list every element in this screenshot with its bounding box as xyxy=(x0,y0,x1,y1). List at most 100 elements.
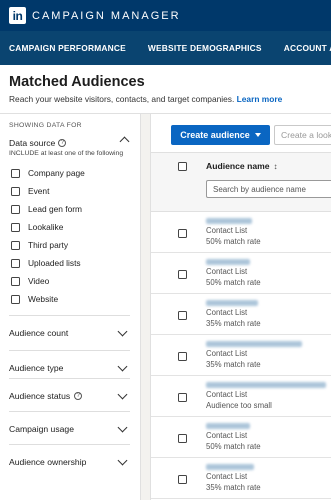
checkbox[interactable] xyxy=(11,204,20,214)
audience-status: Audience too small xyxy=(206,401,272,410)
audience-status: 50% match rate xyxy=(206,278,261,287)
redacted-audience-name xyxy=(206,464,254,470)
row-checkbox[interactable] xyxy=(178,311,187,320)
data-source-option[interactable]: Website xyxy=(11,294,58,304)
data-source-option[interactable]: Video xyxy=(11,276,49,286)
help-icon[interactable]: ? xyxy=(74,392,83,400)
filter-campaign-usage[interactable]: Campaign usage xyxy=(9,411,130,446)
chevron-down-icon xyxy=(117,422,128,433)
option-label: Third party xyxy=(28,240,69,250)
data-source-option[interactable]: Lookalike xyxy=(11,222,63,232)
redacted-audience-name xyxy=(206,300,258,306)
create-lookalike-button[interactable]: Create a look xyxy=(274,125,331,145)
row-checkbox[interactable] xyxy=(178,434,187,443)
filter-audience-status[interactable]: Audience status ? xyxy=(9,378,130,413)
audience-type: Contact List xyxy=(206,267,248,276)
chevron-up-icon[interactable] xyxy=(119,136,130,147)
redacted-audience-name xyxy=(206,218,252,224)
main-nav: CAMPAIGN PERFORMANCE WEBSITE DEMOGRAPHIC… xyxy=(0,31,331,65)
row-checkbox[interactable] xyxy=(178,352,187,361)
redacted-audience-name xyxy=(206,423,250,429)
audience-name-column-header[interactable]: Audience name ↕ xyxy=(206,161,278,171)
audience-status: 35% match rate xyxy=(206,319,261,328)
table-row[interactable]: Contact List 50% match rate xyxy=(151,212,331,253)
select-all-checkbox[interactable] xyxy=(178,162,187,171)
audience-type: Contact List xyxy=(206,349,248,358)
data-source-option[interactable]: Event xyxy=(11,186,49,196)
chevron-down-icon xyxy=(117,361,128,372)
data-source-option[interactable]: Company page xyxy=(11,168,85,178)
data-source-option[interactable]: Third party xyxy=(11,240,68,250)
option-label: Lead gen form xyxy=(28,204,83,214)
audience-type: Contact List xyxy=(206,390,248,399)
audience-type: Contact List xyxy=(206,431,248,440)
redacted-audience-name xyxy=(206,382,326,388)
data-source-option[interactable]: Uploaded lists xyxy=(11,258,81,268)
option-label: Company page xyxy=(28,168,85,178)
table-row[interactable]: Contact List Audience too small xyxy=(151,376,331,417)
page-subtitle: Reach your website visitors, contacts, a… xyxy=(9,94,322,104)
checkbox[interactable] xyxy=(11,276,20,286)
nav-website-demographics[interactable]: WEBSITE DEMOGRAPHICS xyxy=(148,43,262,53)
table-row[interactable]: Contact List 35% match rate xyxy=(151,458,331,499)
option-label: Video xyxy=(28,276,50,286)
chevron-down-icon xyxy=(117,389,128,400)
learn-more-link[interactable]: Learn more xyxy=(237,94,283,104)
checkbox[interactable] xyxy=(11,240,20,250)
data-source-header[interactable]: Data source ? xyxy=(9,138,67,148)
filter-label: Audience status xyxy=(9,391,71,401)
sidebar-heading: SHOWING DATA FOR xyxy=(9,122,82,129)
create-audience-label: Create audience xyxy=(180,130,250,140)
row-checkbox[interactable] xyxy=(178,475,187,484)
audience-status: 50% match rate xyxy=(206,237,261,246)
column-label: Audience name xyxy=(206,161,270,171)
row-checkbox[interactable] xyxy=(178,229,187,238)
audience-type: Contact List xyxy=(206,308,248,317)
audience-status: 35% match rate xyxy=(206,483,261,492)
redacted-audience-name xyxy=(206,341,302,347)
data-source-option[interactable]: Lead gen form xyxy=(11,204,82,214)
caret-down-icon xyxy=(254,133,261,137)
option-label: Event xyxy=(28,186,50,196)
row-checkbox[interactable] xyxy=(178,393,187,402)
filter-audience-count[interactable]: Audience count xyxy=(9,315,130,350)
filter-label: Audience count xyxy=(9,328,69,338)
checkbox[interactable] xyxy=(11,186,20,196)
app-title: CAMPAIGN MANAGER xyxy=(32,9,181,22)
filter-sidebar: SHOWING DATA FOR Data source ? INCLUDE a… xyxy=(0,114,141,500)
audience-type: Contact List xyxy=(206,472,248,481)
create-audience-button[interactable]: Create audience xyxy=(171,125,270,145)
data-source-subtitle: INCLUDE at least one of the following xyxy=(9,150,124,157)
audience-type: Contact List xyxy=(206,226,248,235)
redacted-audience-name xyxy=(206,259,250,265)
audience-status: 50% match rate xyxy=(206,442,261,451)
table-row[interactable]: Contact List 35% match rate xyxy=(151,335,331,376)
audience-status: 35% match rate xyxy=(206,360,261,369)
sort-icon[interactable]: ↕ xyxy=(274,162,278,171)
table-row[interactable]: Contact List 35% match rate xyxy=(151,294,331,335)
checkbox[interactable] xyxy=(11,258,20,268)
page-subtitle-text: Reach your website visitors, contacts, a… xyxy=(9,94,235,104)
nav-account-assets[interactable]: ACCOUNT ASSETS xyxy=(284,43,331,53)
chevron-down-icon xyxy=(117,326,128,337)
option-label: Lookalike xyxy=(28,222,64,232)
checkbox[interactable] xyxy=(11,222,20,232)
help-icon[interactable]: ? xyxy=(58,139,67,147)
nav-campaign-performance[interactable]: CAMPAIGN PERFORMANCE xyxy=(9,43,126,53)
table-row[interactable]: Contact List 50% match rate xyxy=(151,253,331,294)
checkbox[interactable] xyxy=(11,168,20,178)
option-label: Uploaded lists xyxy=(28,258,81,268)
table-row[interactable]: Contact List 50% match rate xyxy=(151,417,331,458)
filter-label: Campaign usage xyxy=(9,424,74,434)
filter-audience-ownership[interactable]: Audience ownership xyxy=(9,444,130,479)
audience-search-input[interactable]: Search by audience name xyxy=(206,180,331,198)
filter-label: Audience ownership xyxy=(9,457,87,467)
checkbox[interactable] xyxy=(11,294,20,304)
filter-label: Audience type xyxy=(9,363,64,373)
row-checkbox[interactable] xyxy=(178,270,187,279)
page-title: Matched Audiences xyxy=(9,74,145,90)
option-label: Website xyxy=(28,294,59,304)
linkedin-logo-icon[interactable]: in xyxy=(9,7,26,24)
audience-table-panel: Create audience Create a look Audience n… xyxy=(150,114,331,500)
chevron-down-icon xyxy=(117,455,128,466)
